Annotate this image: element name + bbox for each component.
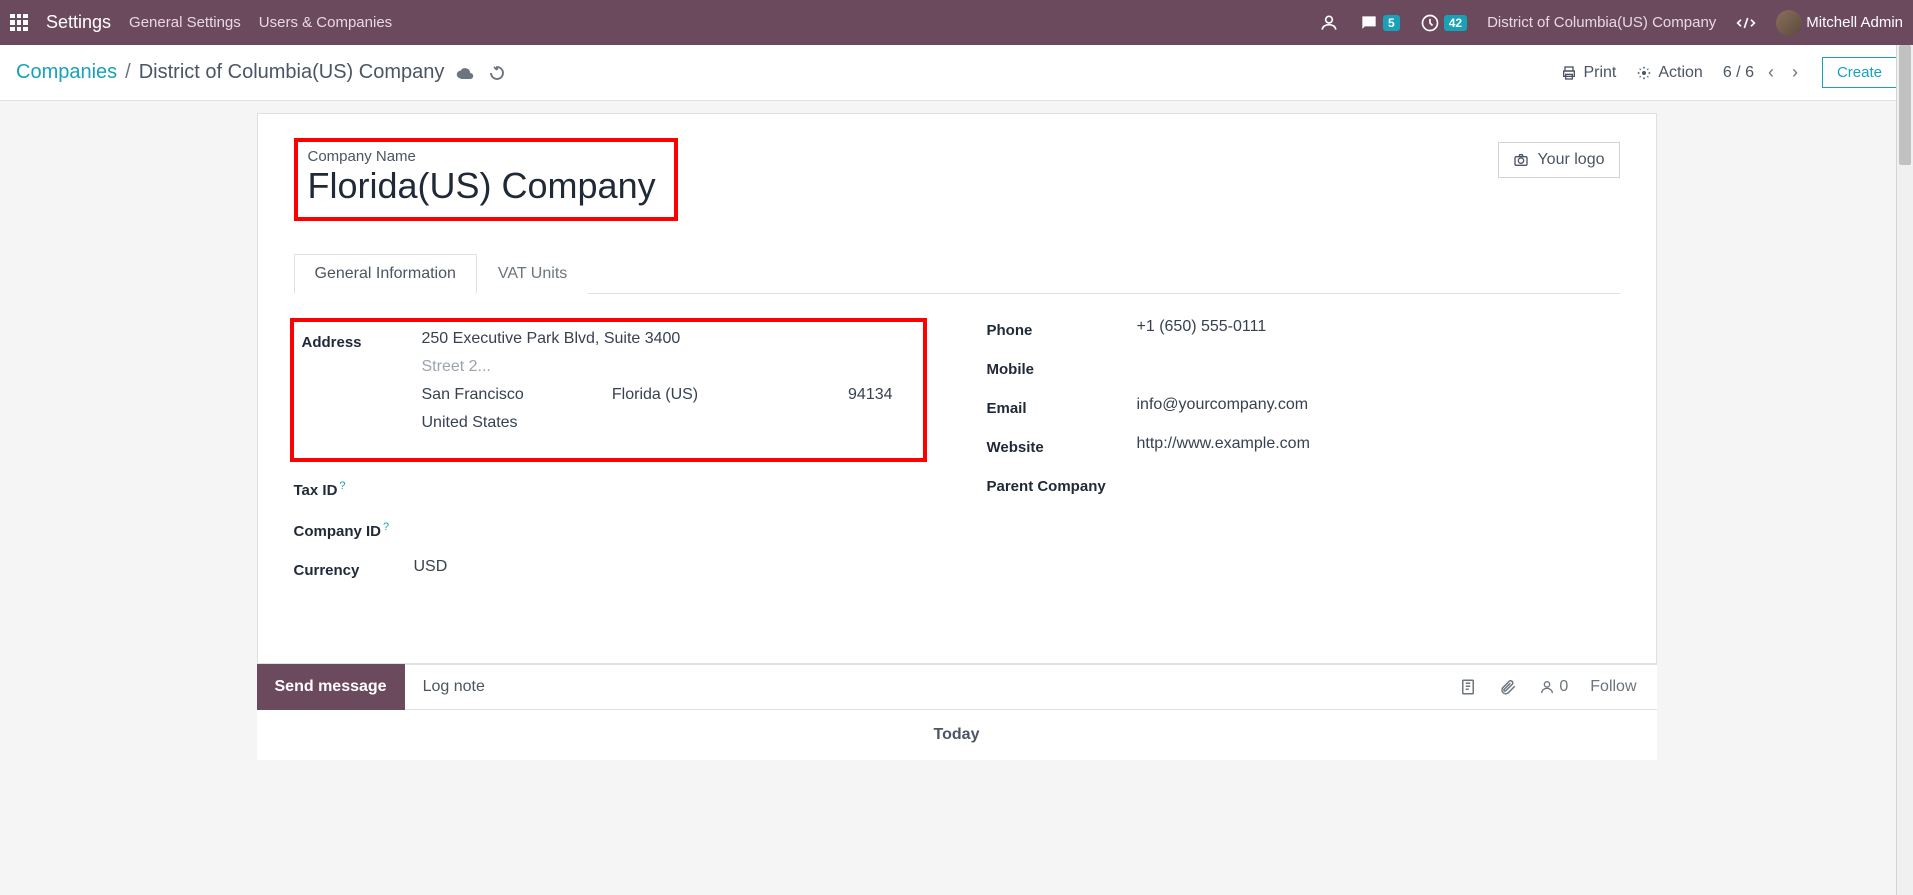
nav-general-settings[interactable]: General Settings: [129, 14, 241, 31]
tabs: General Information VAT Units: [294, 253, 1620, 294]
parent-company-label: Parent Company: [987, 474, 1137, 495]
messages-icon[interactable]: 5: [1359, 13, 1400, 33]
chatter-today-separator: Today: [257, 710, 1657, 760]
email-input[interactable]: info@yourcompany.com: [1137, 396, 1620, 414]
breadcrumb-status-icons: [456, 64, 506, 82]
pager: 6 / 6 ‹ ›: [1723, 62, 1802, 83]
action-button[interactable]: Action: [1636, 64, 1702, 82]
country-input[interactable]: United States: [422, 414, 913, 432]
website-label: Website: [987, 435, 1137, 456]
left-column: Address 250 Executive Park Blvd, Suite 3…: [294, 318, 927, 597]
camera-icon: [1513, 152, 1529, 168]
companyid-label: Company ID?: [294, 517, 414, 540]
phone-input[interactable]: +1 (650) 555-0111: [1137, 318, 1620, 336]
apps-icon[interactable]: [10, 14, 28, 32]
user-name: Mitchell Admin: [1806, 14, 1903, 31]
debug-icon[interactable]: [1736, 13, 1756, 33]
help-icon[interactable]: ?: [339, 480, 345, 492]
currency-input[interactable]: USD: [414, 558, 927, 576]
city-input[interactable]: San Francisco: [422, 386, 572, 404]
state-input[interactable]: Florida (US): [612, 386, 762, 404]
print-button[interactable]: Print: [1561, 64, 1616, 82]
support-icon[interactable]: [1319, 13, 1339, 33]
help-icon[interactable]: ?: [383, 521, 389, 533]
website-input[interactable]: http://www.example.com: [1137, 435, 1620, 453]
nav-users-companies[interactable]: Users & Companies: [259, 14, 392, 31]
breadcrumb-root[interactable]: Companies: [16, 61, 117, 84]
create-button[interactable]: Create: [1822, 57, 1897, 88]
cloud-unsaved-icon[interactable]: [456, 64, 474, 82]
breadcrumb: Companies / District of Columbia(US) Com…: [16, 61, 444, 84]
form-sheet: Your logo Company Name Florida(US) Compa…: [257, 113, 1657, 664]
nav-left: Settings General Settings Users & Compan…: [10, 12, 392, 33]
send-message-button[interactable]: Send message: [257, 664, 405, 710]
mobile-label: Mobile: [987, 357, 1137, 378]
chatter-bar: Send message Log note 0 Follow: [257, 664, 1657, 710]
discard-icon[interactable]: [488, 64, 506, 82]
company-switcher[interactable]: District of Columbia(US) Company: [1487, 14, 1716, 31]
follow-button[interactable]: Follow: [1590, 678, 1636, 696]
log-note-button[interactable]: Log note: [405, 678, 503, 696]
company-name-block: Company Name Florida(US) Company: [294, 138, 678, 221]
nav-right: 5 42 District of Columbia(US) Company Mi…: [1319, 10, 1903, 36]
zip-input[interactable]: 94134: [802, 386, 912, 404]
logo-widget[interactable]: Your logo: [1498, 142, 1619, 178]
user-menu[interactable]: Mitchell Admin: [1776, 10, 1903, 36]
attachments-icon[interactable]: [1459, 678, 1477, 696]
company-name-input[interactable]: Florida(US) Company: [308, 165, 656, 207]
navbar: Settings General Settings Users & Compan…: [0, 0, 1913, 45]
breadcrumb-current: District of Columbia(US) Company: [139, 61, 445, 84]
main-wrap: Your logo Company Name Florida(US) Compa…: [0, 101, 1913, 664]
attach-file-icon[interactable]: [1499, 678, 1517, 696]
address-fields: 250 Executive Park Blvd, Suite 3400 Stre…: [422, 330, 913, 432]
company-name-label: Company Name: [308, 148, 656, 165]
address-label: Address: [302, 330, 422, 351]
address-block: Address 250 Executive Park Blvd, Suite 3…: [290, 318, 927, 462]
tab-body: Address 250 Executive Park Blvd, Suite 3…: [294, 294, 1620, 627]
logo-label: Your logo: [1537, 151, 1604, 169]
scrollbar[interactable]: [1896, 45, 1913, 895]
pager-value[interactable]: 6 / 6: [1723, 64, 1754, 82]
breadcrumb-separator: /: [125, 61, 131, 84]
followers-count[interactable]: 0: [1539, 678, 1568, 696]
street2-input[interactable]: Street 2...: [422, 358, 913, 376]
email-label: Email: [987, 396, 1137, 417]
app-brand[interactable]: Settings: [46, 12, 111, 33]
activities-icon[interactable]: 42: [1420, 13, 1467, 33]
avatar: [1776, 10, 1802, 36]
control-bar: Companies / District of Columbia(US) Com…: [0, 45, 1913, 101]
taxid-label: Tax ID?: [294, 476, 414, 499]
tab-general-information[interactable]: General Information: [294, 254, 477, 294]
pager-next-icon[interactable]: ›: [1788, 62, 1802, 83]
chatter-right: 0 Follow: [1459, 678, 1636, 696]
currency-label: Currency: [294, 558, 414, 579]
phone-label: Phone: [987, 318, 1137, 339]
scrollbar-thumb[interactable]: [1899, 45, 1911, 165]
controlpanel-right: Print Action 6 / 6 ‹ › Create: [1561, 57, 1897, 88]
messages-badge: 5: [1383, 15, 1400, 31]
right-column: Phone +1 (650) 555-0111 Mobile Email inf…: [987, 318, 1620, 597]
tab-vat-units[interactable]: VAT Units: [477, 254, 588, 294]
pager-prev-icon[interactable]: ‹: [1764, 62, 1778, 83]
street-input[interactable]: 250 Executive Park Blvd, Suite 3400: [422, 330, 913, 348]
activities-badge: 42: [1444, 15, 1467, 31]
